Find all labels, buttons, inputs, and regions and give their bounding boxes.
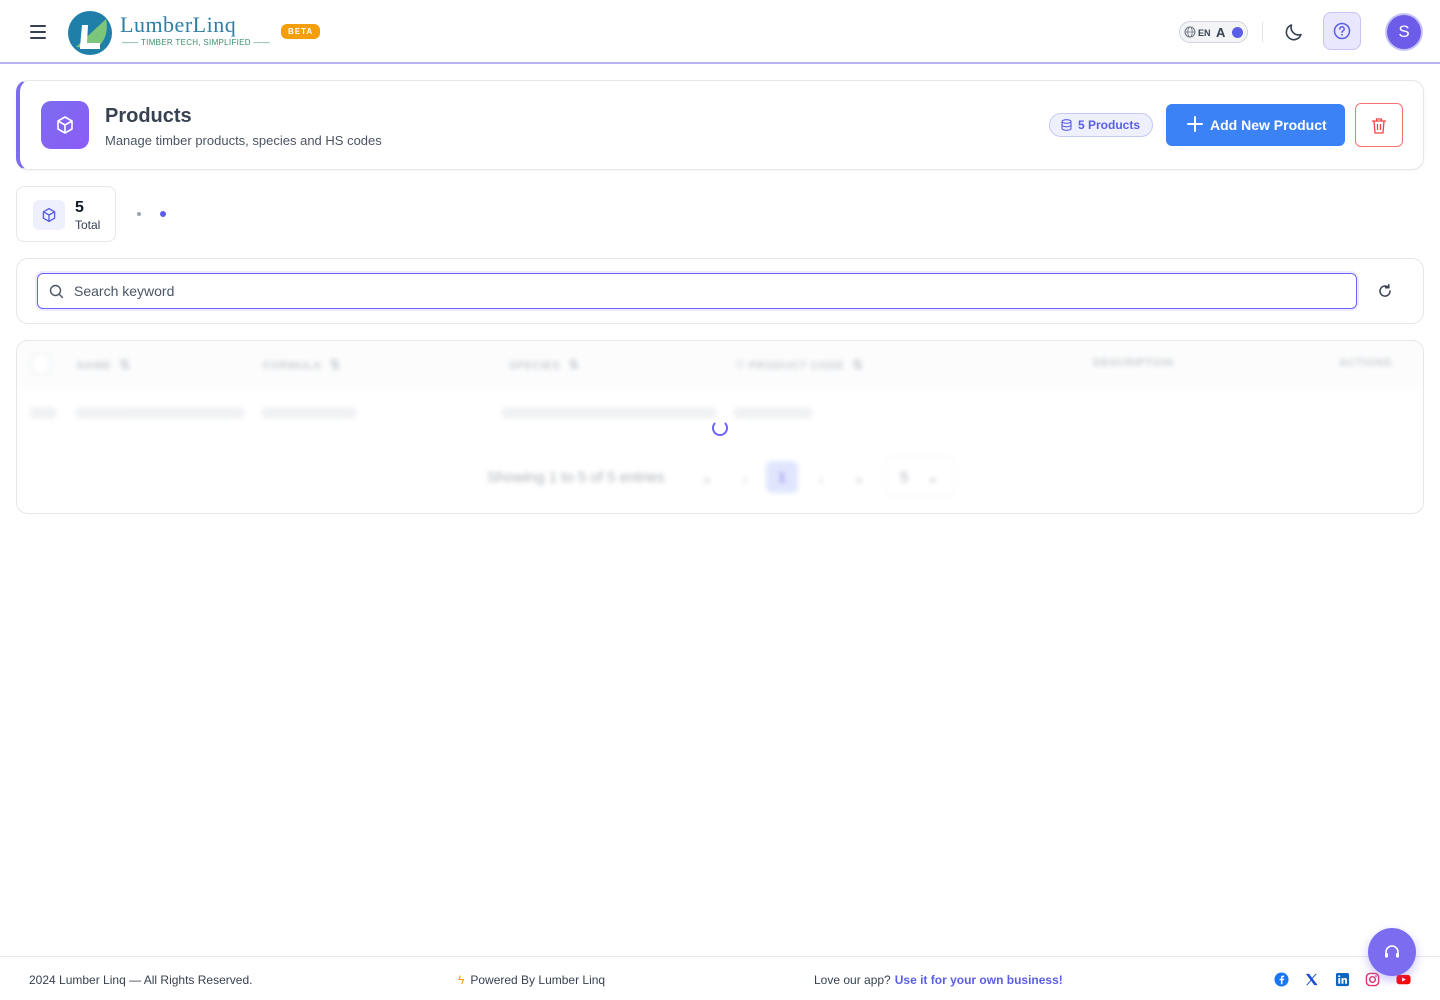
prev-page-button[interactable]: ‹ [733, 467, 757, 491]
beta-badge: BETA [281, 24, 321, 39]
column-species[interactable]: SPECIES ⇅ [509, 357, 580, 373]
toggle-knob [1232, 27, 1243, 38]
lang-en-label: EN [1198, 28, 1211, 38]
sort-icon: ⇅ [568, 357, 580, 372]
product-count-badge: 5 Products [1049, 113, 1154, 137]
carousel-dot[interactable] [137, 212, 141, 216]
facebook-icon[interactable] [1274, 972, 1289, 987]
brand-name: LumberLinq [120, 12, 237, 37]
stat-icon-tile [33, 200, 65, 230]
headset-icon [1385, 945, 1399, 958]
box-icon [57, 116, 73, 134]
pagination: Showing 1 to 5 of 5 entries « ‹ 1 › » 5 … [17, 457, 1423, 501]
total-label: Total [75, 218, 101, 232]
user-avatar[interactable]: S [1387, 15, 1421, 49]
box-icon [42, 207, 56, 223]
loading-spinner [712, 420, 728, 436]
first-page-button[interactable]: « [695, 467, 719, 491]
column-description: DESCRIPTION [1093, 357, 1174, 369]
products-table-card: NAME ⇅ FORMULA ⇅ SPECIES ⇅ ♡ PRODUCT CODE ⇅ … [16, 340, 1424, 514]
linkedin-icon[interactable] [1335, 972, 1350, 987]
total-stat-card: 5 Total [16, 186, 116, 242]
add-product-button[interactable]: Add New Product [1166, 104, 1345, 146]
column-product-code[interactable]: ♡ PRODUCT CODE ⇅ [735, 357, 864, 373]
brand-tagline: —— TIMBER TECH, SIMPLIFIED —— [122, 38, 270, 47]
lang-ar-label: A [1216, 25, 1226, 40]
search-box[interactable] [37, 273, 1357, 309]
page-header-card: Products Manage timber products, species… [16, 80, 1424, 170]
column-formula[interactable]: FORMULA ⇅ [263, 357, 341, 373]
search-card [16, 258, 1424, 324]
page-subtitle: Manage timber products, species and HS c… [105, 133, 382, 148]
refresh-icon [1379, 283, 1391, 297]
language-toggle[interactable]: EN A [1179, 21, 1248, 43]
skeleton-cell [733, 407, 813, 419]
support-chat-button[interactable] [1368, 928, 1416, 976]
pagination-info: Showing 1 to 5 of 5 entries [487, 469, 665, 486]
table-header: NAME ⇅ FORMULA ⇅ SPECIES ⇅ ♡ PRODUCT CODE ⇅ … [17, 341, 1423, 387]
chevron-down-icon: ⌄ [926, 469, 940, 486]
logo-mark-icon [68, 11, 112, 55]
sort-icon: ⇅ [852, 357, 864, 372]
page-size-select[interactable]: 5 ⌄ [885, 457, 955, 497]
x-icon[interactable] [1304, 972, 1319, 987]
refresh-button[interactable] [1375, 281, 1395, 301]
select-all-checkbox[interactable] [31, 354, 51, 374]
menu-icon[interactable] [24, 18, 52, 46]
skeleton-cell [261, 407, 357, 419]
plus-icon [1187, 116, 1203, 132]
page-title: Products [105, 105, 192, 127]
instagram-icon[interactable] [1365, 972, 1380, 987]
skeleton-cell [501, 407, 717, 419]
help-icon [1333, 22, 1351, 40]
last-page-button[interactable]: » [847, 467, 871, 491]
add-product-label: Add New Product [1210, 117, 1327, 133]
search-icon [49, 284, 64, 299]
column-name[interactable]: NAME ⇅ [77, 357, 131, 373]
skeleton-cell [29, 407, 57, 419]
bolt-icon: ϟ [458, 973, 465, 987]
skeleton-cell [75, 407, 245, 419]
total-count: 5 [75, 199, 84, 216]
bulk-delete-button[interactable] [1355, 103, 1403, 147]
footer-promo: Love our app? Use it for your own busines… [814, 973, 1063, 987]
page-icon-tile [41, 101, 89, 149]
header-divider [1262, 22, 1263, 42]
sort-icon: ⇅ [329, 357, 341, 372]
database-icon [1061, 119, 1072, 131]
footer: 2024 Lumber Linq — All Rights Reserved. … [0, 956, 1440, 1000]
carousel-dot-active[interactable] [160, 211, 166, 217]
footer-copyright: 2024 Lumber Linq — All Rights Reserved. [29, 973, 253, 987]
promo-link[interactable]: Use it for your own business! [895, 973, 1063, 987]
brand-logo[interactable]: LumberLinq —— TIMBER TECH, SIMPLIFIED —— [66, 7, 270, 59]
help-button[interactable] [1323, 12, 1361, 50]
page-button-current[interactable]: 1 [766, 461, 798, 493]
moon-icon[interactable] [1282, 20, 1306, 44]
sort-icon: ⇅ [119, 357, 131, 372]
column-actions: ACTIONS [1339, 357, 1392, 369]
footer-powered: ϟ Powered By Lumber Linq [458, 973, 606, 987]
globe-icon [1184, 26, 1196, 38]
search-input[interactable] [74, 274, 1344, 308]
next-page-button[interactable]: › [809, 467, 833, 491]
trash-icon [1371, 118, 1387, 134]
top-navbar: LumberLinq —— TIMBER TECH, SIMPLIFIED ——… [0, 0, 1440, 64]
